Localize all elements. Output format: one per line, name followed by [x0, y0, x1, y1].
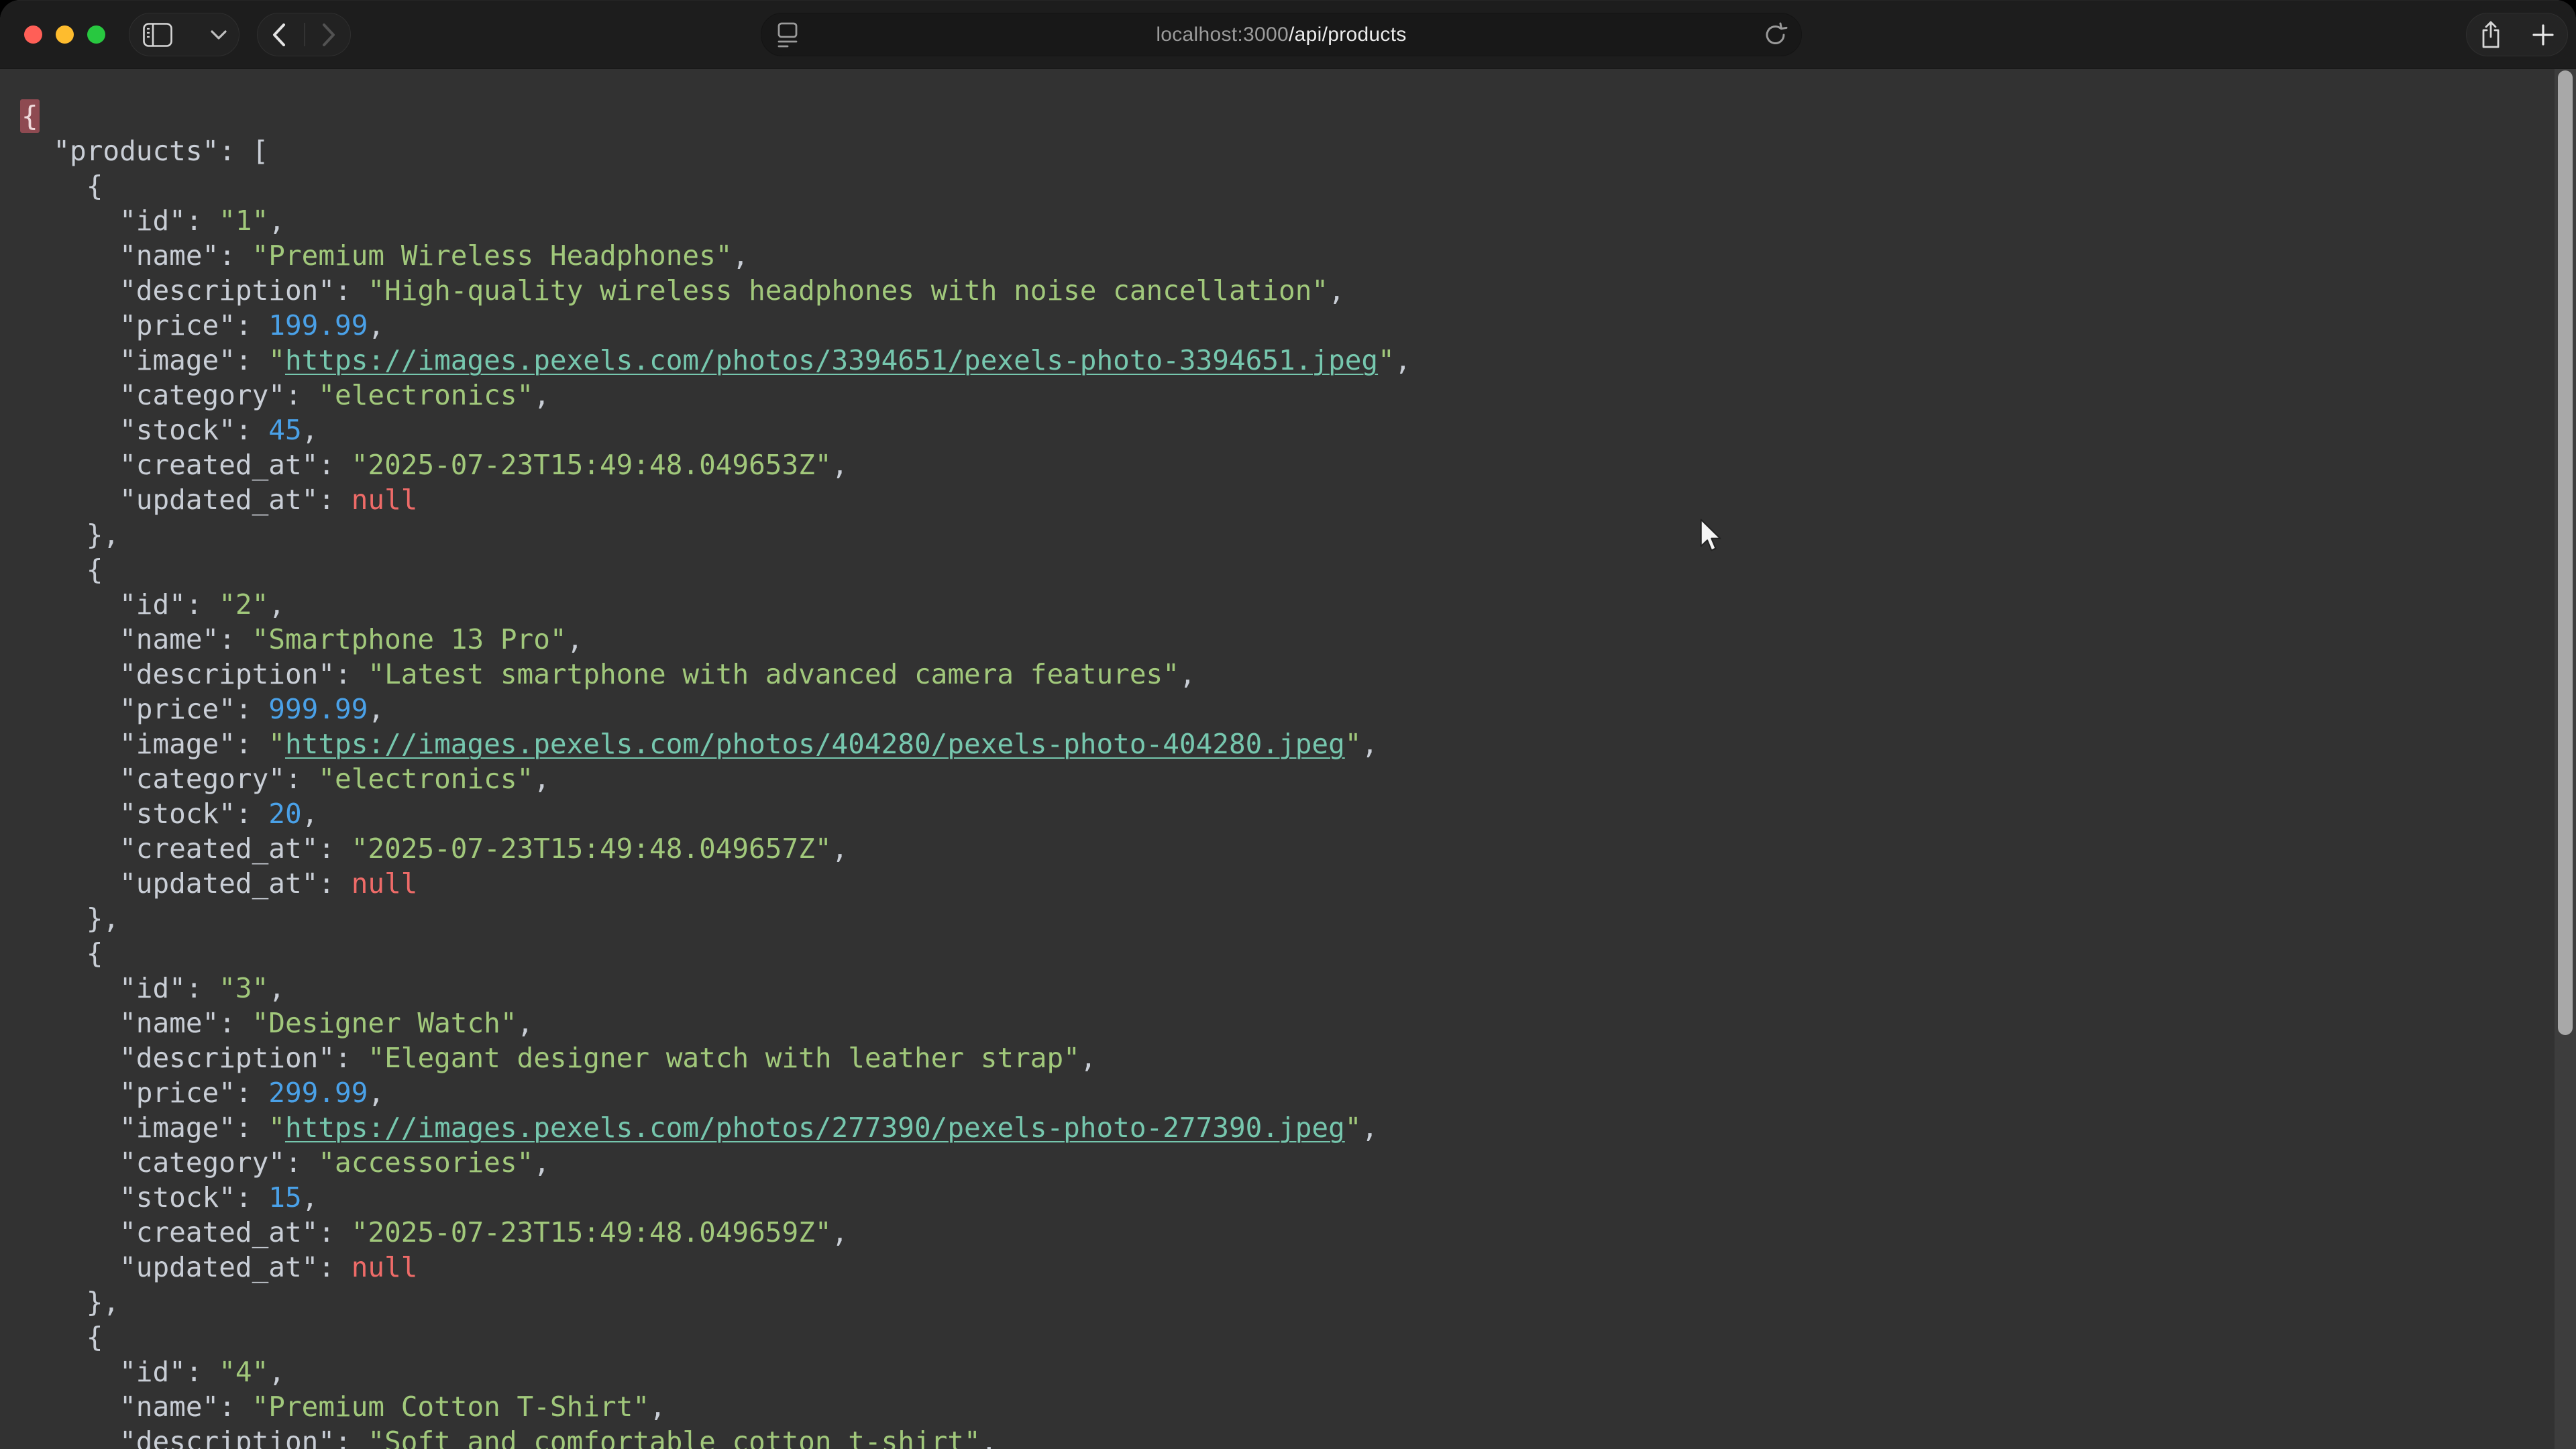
new-tab-button[interactable] — [2532, 24, 2554, 46]
url-host: localhost:3000 — [1156, 23, 1289, 46]
chevron-down-icon — [211, 30, 227, 40]
sidebar-button-group — [129, 13, 239, 56]
image-url-link[interactable]: https://images.pexels.com/photos/277390/… — [285, 1112, 1345, 1144]
forward-button[interactable] — [322, 23, 335, 46]
chevron-right-icon — [322, 23, 335, 46]
traffic-lights — [24, 25, 105, 44]
refresh-icon — [1764, 22, 1788, 48]
mouse-cursor — [1699, 518, 1723, 556]
browser-toolbar: localhost:3000/api/products — [0, 0, 2576, 69]
reload-button[interactable] — [1764, 22, 1788, 48]
url-path: /api/products — [1289, 23, 1407, 46]
toolbar-right-group — [2466, 13, 2568, 56]
chevron-left-icon — [272, 23, 286, 46]
sidebar-menu-button[interactable] — [211, 30, 227, 40]
share-button[interactable] — [2480, 21, 2502, 49]
json-code: { "products": [ { "id": "1", "name": "Pr… — [20, 99, 1411, 1449]
sidebar-toggle-button[interactable] — [143, 23, 172, 47]
minimize-button[interactable] — [56, 25, 74, 44]
scrollbar-thumb[interactable] — [2558, 70, 2573, 1035]
nav-button-group — [257, 13, 351, 56]
url-text: localhost:3000/api/products — [761, 13, 1801, 56]
image-url-link[interactable]: https://images.pexels.com/photos/3394651… — [285, 344, 1378, 376]
close-button[interactable] — [24, 25, 42, 44]
plus-icon — [2532, 24, 2554, 46]
nav-divider — [304, 23, 305, 46]
zoom-button[interactable] — [87, 25, 105, 44]
sidebar-icon — [143, 23, 172, 47]
address-bar[interactable]: localhost:3000/api/products — [761, 13, 1802, 56]
json-viewer: { "products": [ { "id": "1", "name": "Pr… — [0, 69, 2576, 1449]
image-url-link[interactable]: https://images.pexels.com/photos/404280/… — [285, 728, 1345, 760]
browser-window: localhost:3000/api/products — [0, 0, 2576, 1449]
share-icon — [2480, 21, 2502, 49]
back-button[interactable] — [272, 23, 286, 46]
